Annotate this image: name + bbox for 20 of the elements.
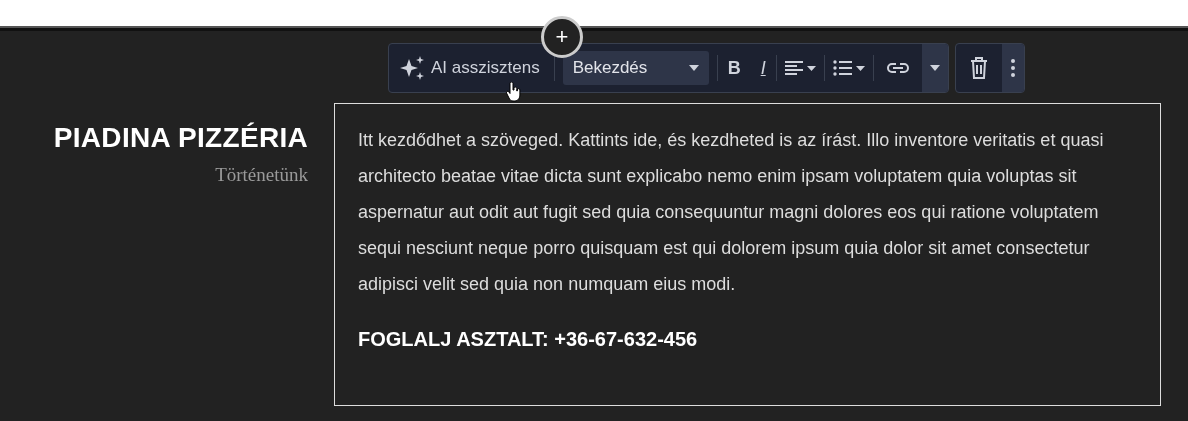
reservation-text: FOGLALJ ASZTALT: +36-67-632-456 [358,327,699,352]
italic-button[interactable]: I [750,44,776,92]
kebab-icon [1010,59,1015,77]
block-format-dropdown[interactable]: Bekezdés [562,51,709,85]
hand-cursor-icon [505,82,521,102]
trash-icon [969,57,988,79]
bold-button[interactable]: B [717,44,751,92]
restaurant-heading: PIADINA PIZZÉRIA [52,121,308,155]
subheading: Történetünk [214,162,308,187]
list-icon [832,60,852,76]
align-left-icon [784,60,803,76]
caret-icon [855,65,865,71]
body-paragraph: Itt kezdődhet a szöveged. Kattints ide, és kezdheted is az írást. Illo inventore veritatis et quasi architecto beatae vitae dicta sunt explicabo nemo enim ipsam voluptatem quia voluptas sit aspernatur aut odit aut fugit sed quia consequuntur magni dolores eos qui ratione voluptatem sequi nesciunt neque porro quisquam est qui dolorem ipsum quia dolor sit amet consectetur adipisci velit sed quia non numquam eius modi. [358,129,1105,296]
caret-icon [688,65,699,71]
caret-icon [929,65,940,71]
text-editor[interactable] [334,103,1161,406]
link-icon [885,62,910,74]
more-options-button[interactable] [1001,44,1024,92]
caret-icon [806,65,816,71]
more-dropdown[interactable] [921,44,948,92]
